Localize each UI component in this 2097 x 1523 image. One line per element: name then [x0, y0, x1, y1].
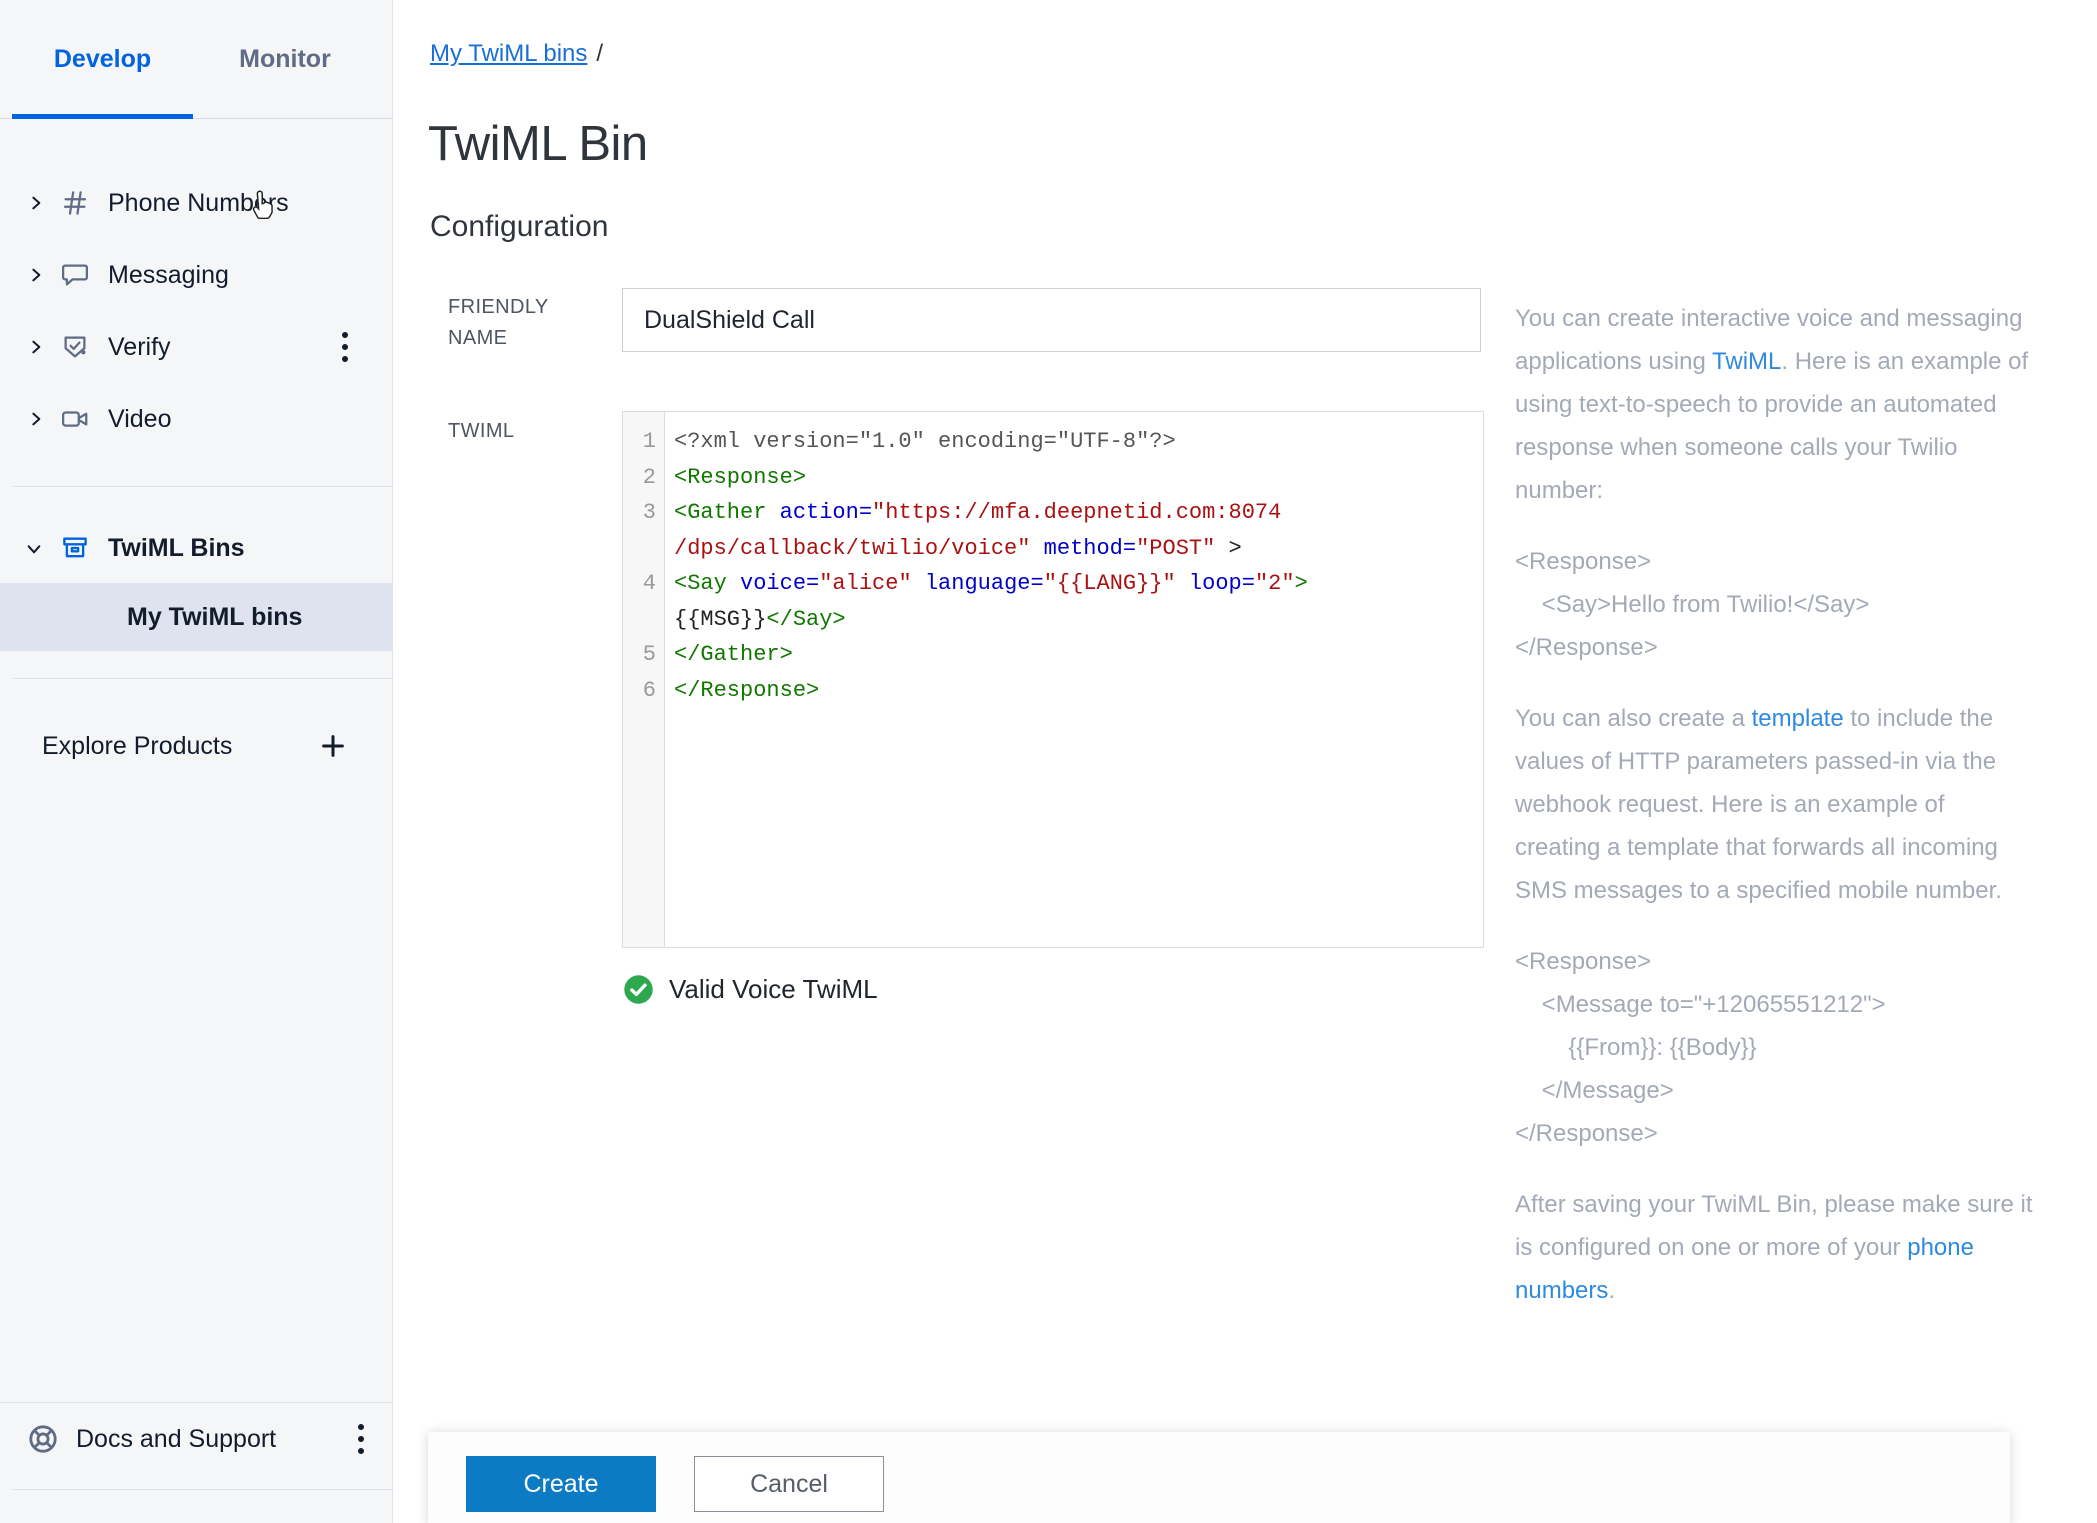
- friendly-name-label: FRIENDLY NAME: [448, 292, 578, 354]
- twiml-code-editor[interactable]: 123 4 56 <?xml version="1.0" encoding="U…: [622, 411, 1484, 948]
- tab-monitor[interactable]: Monitor: [193, 0, 377, 118]
- sidebar-item-docs-support[interactable]: Docs and Support: [0, 1403, 393, 1475]
- footer-action-bar: Create Cancel: [428, 1432, 2010, 1523]
- sidebar-item-label: TwiML Bins: [108, 534, 245, 563]
- sidebar-tabs: Develop Monitor: [0, 0, 392, 119]
- valid-check-icon: [623, 974, 654, 1005]
- help-code-example-1: <Response> <Say>Hello from Twilio!</Say>…: [1515, 540, 2035, 669]
- help-paragraph-2: You can also create a template to includ…: [1515, 697, 2035, 912]
- chevron-right-icon: [28, 195, 44, 211]
- help-paragraph-1: You can create interactive voice and mes…: [1515, 297, 2035, 512]
- twiml-validation-status: Valid Voice TwiML: [623, 974, 878, 1005]
- section-heading: Configuration: [430, 210, 608, 244]
- sidebar-item-messaging[interactable]: Messaging: [0, 239, 393, 311]
- help-panel: You can create interactive voice and mes…: [1515, 297, 2035, 1340]
- life-ring-icon: [26, 1422, 60, 1456]
- help-code-example-2: <Response> <Message to="+12065551212"> {…: [1515, 940, 2035, 1155]
- help-link[interactable]: template: [1752, 705, 1844, 732]
- sidebar-item-label: Docs and Support: [76, 1425, 276, 1454]
- sidebar-item-my-twiml-bins[interactable]: My TwiML bins: [0, 583, 393, 651]
- active-tab-underline: [12, 114, 193, 119]
- hash-icon: [60, 188, 90, 218]
- sidebar-item-twiml-bins[interactable]: TwiML Bins: [0, 513, 393, 583]
- breadcrumb-separator: /: [596, 40, 603, 67]
- breadcrumb-link-my-twiml-bins[interactable]: My TwiML bins: [430, 40, 587, 67]
- page-title: TwiML Bin: [428, 116, 648, 172]
- help-link[interactable]: TwiML: [1712, 348, 1781, 375]
- sidebar-item-label: My TwiML bins: [127, 603, 302, 632]
- archive-box-icon: [60, 533, 90, 563]
- sidebar-item-verify[interactable]: Verify: [0, 311, 393, 383]
- sidebar-item-label: Explore Products: [42, 732, 232, 761]
- sidebar-item-explore-products[interactable]: Explore Products: [0, 712, 393, 780]
- breadcrumb: My TwiML bins /: [430, 40, 603, 68]
- sidebar-divider: [12, 1489, 392, 1490]
- twiml-label: TWIML: [448, 416, 514, 447]
- help-paragraph-3: After saving your TwiML Bin, please make…: [1515, 1183, 2035, 1312]
- friendly-name-input[interactable]: [622, 288, 1481, 352]
- chat-bubble-icon: [60, 260, 90, 290]
- tab-develop[interactable]: Develop: [12, 0, 193, 118]
- chevron-down-icon: [26, 540, 42, 556]
- chevron-right-icon: [28, 411, 44, 427]
- chevron-right-icon: [28, 267, 44, 283]
- kebab-menu-icon[interactable]: [336, 326, 354, 368]
- code-lines: <?xml version="1.0" encoding="UTF-8"?><R…: [665, 412, 1483, 947]
- video-camera-icon: [60, 404, 90, 434]
- sidebar: Develop Monitor Phone Numbers Messaging: [0, 0, 393, 1523]
- chevron-right-icon: [28, 339, 44, 355]
- sidebar-item-phone-numbers[interactable]: Phone Numbers: [0, 167, 393, 239]
- sidebar-item-label: Video: [108, 405, 172, 434]
- shield-check-icon: [60, 332, 90, 362]
- sidebar-item-video[interactable]: Video: [0, 383, 393, 455]
- editor-line-numbers: 123 4 56: [623, 412, 665, 947]
- sidebar-item-label: Phone Numbers: [108, 189, 289, 218]
- sidebar-divider: [13, 678, 392, 679]
- sidebar-item-label: Verify: [108, 333, 171, 362]
- create-button[interactable]: Create: [466, 1456, 656, 1512]
- cancel-button[interactable]: Cancel: [694, 1456, 884, 1512]
- kebab-menu-icon[interactable]: [352, 1418, 370, 1460]
- sidebar-divider: [13, 486, 392, 487]
- twiml-bin-page: Develop Monitor Phone Numbers Messaging: [0, 0, 2097, 1523]
- plus-icon[interactable]: [318, 731, 348, 761]
- sidebar-item-label: Messaging: [108, 261, 229, 290]
- status-text: Valid Voice TwiML: [669, 974, 878, 1005]
